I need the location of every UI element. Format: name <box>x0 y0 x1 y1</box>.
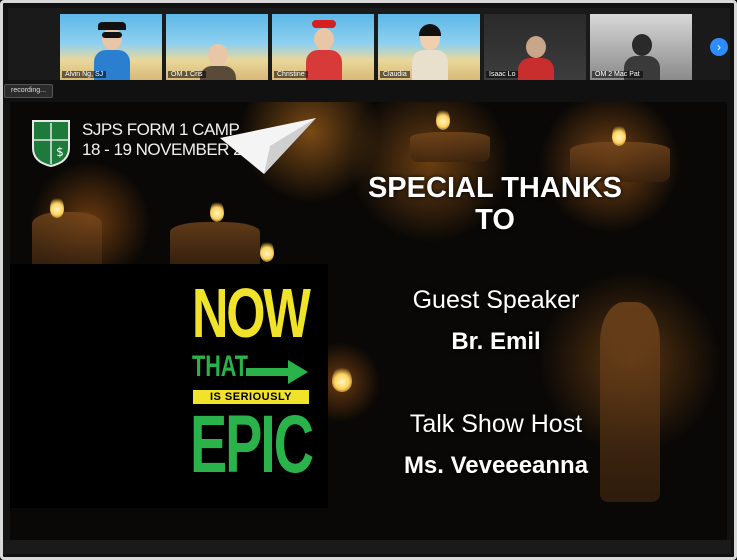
participant-tile[interactable]: OM 2 Mac Pat <box>590 14 692 80</box>
flame <box>332 366 352 392</box>
chevron-right-icon: › <box>717 40 721 54</box>
participant-name: OM 2 Mac Pat <box>592 71 643 78</box>
talk-show-host-role: Talk Show Host <box>409 410 583 438</box>
shared-screen-slide: $ SJPS FORM 1 CAMP 18 - 19 NOVEMBER 2021… <box>10 102 727 540</box>
epic-now-text: NOW <box>192 274 311 352</box>
participant-name: Claudia <box>380 71 410 78</box>
thanks-line-1: SPECIAL THANKS <box>367 172 623 204</box>
flame <box>260 240 274 262</box>
paper-plane-icon <box>220 118 316 174</box>
participant-tile[interactable]: Isaac Lo <box>484 14 586 80</box>
arrow-right-icon <box>246 360 308 384</box>
participant-strip: Alvin Ng, SJ OM 1 Cris Christine Claudia… <box>8 8 730 80</box>
candle <box>32 212 102 272</box>
flame <box>436 108 450 130</box>
thanks-line-2: TO <box>475 204 515 236</box>
svg-text:$: $ <box>56 145 64 159</box>
participant-tile[interactable]: Christine <box>272 14 374 80</box>
participant-name: OM 1 Cris <box>168 71 206 78</box>
epic-that-text: THAT <box>192 350 248 383</box>
flame <box>612 124 626 146</box>
next-page-button[interactable]: › <box>710 38 728 56</box>
flame <box>210 200 224 222</box>
candle <box>410 132 490 162</box>
school-crest-icon: $ <box>32 120 70 168</box>
talk-show-host-name: Ms. Veveeeanna <box>403 452 589 479</box>
participant-tile[interactable]: Alvin Ng, SJ <box>60 14 162 80</box>
participant-tile[interactable]: OM 1 Cris <box>166 14 268 80</box>
participant-name: Christine <box>274 71 308 78</box>
camp-title: SJPS FORM 1 CAMP <box>82 120 240 139</box>
participant-name: Isaac Lo <box>486 71 519 78</box>
participant-tile[interactable]: Claudia <box>378 14 480 80</box>
epic-word-text: EPIC <box>190 399 314 490</box>
epic-graphic: NOW THAT IS SERIOUSLY EPIC <box>10 264 328 508</box>
guest-speaker-role: Guest Speaker <box>412 286 580 314</box>
recording-status: recording... <box>4 84 54 98</box>
special-thanks-heading: SPECIAL THANKS TO <box>330 172 660 236</box>
participant-name: Alvin Ng, SJ <box>62 71 107 78</box>
bottom-toolbar <box>3 540 731 554</box>
flame <box>50 196 64 218</box>
guest-speaker-name: Br. Emil <box>451 328 541 355</box>
